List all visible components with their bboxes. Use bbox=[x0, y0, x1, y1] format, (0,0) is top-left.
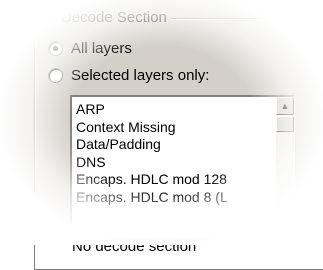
list-item[interactable]: DNS bbox=[76, 154, 274, 172]
decode-section-title: Decode Section bbox=[58, 9, 170, 26]
scroll-down-button[interactable]: ▼ bbox=[276, 219, 294, 237]
arrow-down-icon: ▼ bbox=[280, 223, 290, 233]
list-item[interactable]: Encaps. HDLC mod 128 bbox=[76, 171, 274, 189]
decode-options-panel: Decode Section All layers Selected layer… bbox=[0, 0, 323, 270]
radio-selected-layers-button[interactable] bbox=[48, 68, 63, 83]
radio-all-layers-label: All layers bbox=[71, 40, 132, 57]
radio-all-layers-button[interactable] bbox=[48, 41, 63, 56]
layers-listbox[interactable]: ARP Context Missing Data/Padding DNS Enc… bbox=[70, 95, 295, 238]
list-item[interactable]: Context Missing bbox=[76, 119, 274, 137]
radio-all-layers[interactable]: All layers bbox=[48, 40, 132, 57]
no-decode-section-label[interactable]: No decode section bbox=[72, 238, 196, 255]
radio-selected-layers[interactable]: Selected layers only: bbox=[48, 67, 209, 84]
list-item[interactable]: Data/Padding bbox=[76, 136, 274, 154]
arrow-up-icon: ▲ bbox=[280, 101, 290, 111]
scroll-thumb[interactable] bbox=[276, 116, 294, 132]
radio-selected-layers-label: Selected layers only: bbox=[71, 67, 210, 84]
list-item[interactable]: Encaps. HDLC mod 8 (L bbox=[76, 189, 274, 207]
listbox-scrollbar[interactable]: ▲ ▼ bbox=[276, 97, 294, 237]
scroll-up-button[interactable]: ▲ bbox=[276, 97, 294, 115]
list-item[interactable]: ARP bbox=[76, 101, 274, 119]
